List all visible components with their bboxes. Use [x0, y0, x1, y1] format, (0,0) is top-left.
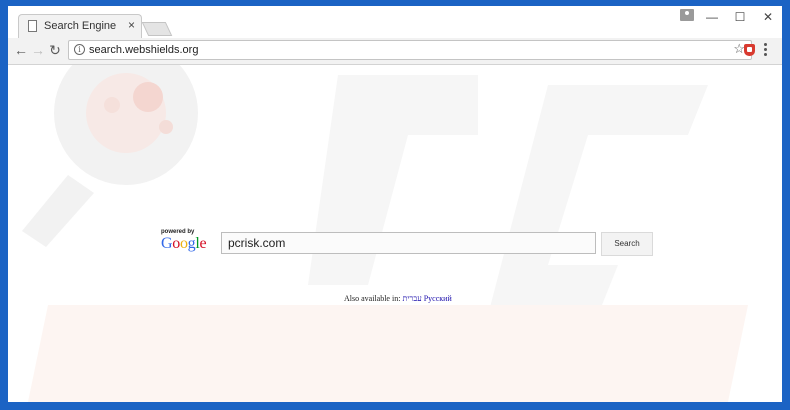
google-logo-letter: o — [172, 235, 180, 252]
watermark-risk-text — [28, 305, 748, 402]
browser-toolbar: ← → ↻ i search.webshields.org ☆ — [8, 38, 782, 65]
watermark-dot-small — [104, 97, 120, 113]
language-links: Also available in: עברית Русский — [344, 294, 452, 303]
extension-shield-icon[interactable] — [744, 44, 755, 56]
close-window-button[interactable]: ✕ — [754, 6, 782, 28]
watermark-dot-large — [133, 82, 163, 112]
tab-search-engine[interactable]: Search Engine × — [18, 14, 142, 38]
tab-strip: Search Engine × — ☐ ✕ — [8, 6, 782, 38]
search-input[interactable] — [221, 232, 596, 254]
watermark-letter-c — [488, 85, 708, 315]
google-logo-letter: o — [179, 235, 188, 252]
also-available-label: Also available in: — [344, 294, 401, 303]
new-tab-button[interactable] — [141, 22, 173, 36]
address-bar[interactable]: i search.webshields.org ☆ — [68, 40, 752, 60]
watermark-dot-tiny — [159, 120, 173, 134]
reload-button[interactable]: ↻ — [46, 41, 64, 59]
info-icon[interactable]: i — [74, 44, 85, 55]
menu-icon[interactable] — [764, 43, 768, 57]
google-logo-letter: e — [199, 235, 207, 252]
back-button[interactable]: ← — [12, 41, 30, 59]
profile-icon[interactable] — [680, 9, 694, 21]
browser-window: Search Engine × — ☐ ✕ ← → ↻ i search.web… — [8, 6, 782, 402]
minimize-button[interactable]: — — [698, 6, 726, 28]
google-logo: Google — [161, 235, 207, 253]
powered-by-google: powered by Google — [161, 229, 217, 257]
tab-title: Search Engine — [44, 20, 117, 32]
url-text[interactable]: search.webshields.org — [89, 44, 198, 56]
search-button[interactable]: Search — [601, 232, 653, 256]
forward-button[interactable]: → — [29, 41, 47, 59]
hebrew-link[interactable]: עברית — [402, 294, 421, 303]
page-icon — [28, 20, 37, 32]
watermark-magnifier-handle — [22, 175, 94, 247]
page-content: powered by Google Search Also available … — [8, 65, 782, 402]
google-logo-letter: G — [161, 235, 173, 252]
russian-link[interactable]: Русский — [424, 294, 452, 303]
close-tab-icon[interactable]: × — [128, 18, 135, 32]
maximize-button[interactable]: ☐ — [726, 6, 754, 28]
